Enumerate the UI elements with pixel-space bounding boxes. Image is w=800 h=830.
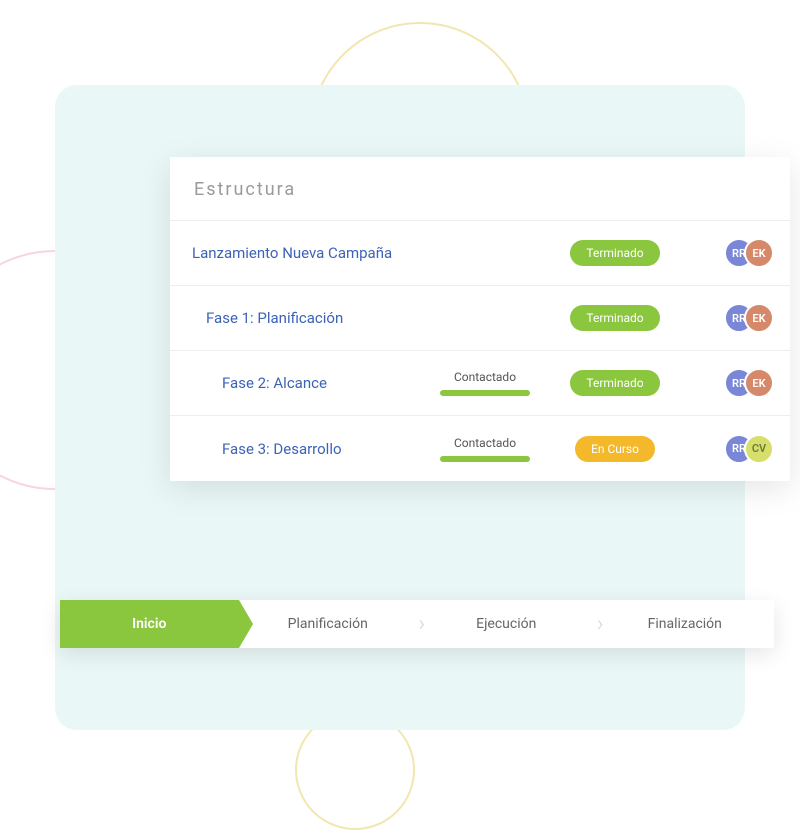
row-avatars: RR CV: [680, 434, 774, 464]
row-title-link[interactable]: Fase 1: Planificación: [170, 309, 420, 327]
row-status-cell: En Curso: [550, 436, 680, 462]
step-label: Ejecución: [476, 616, 536, 632]
step-label: Finalización: [648, 616, 722, 632]
process-stepper: Inicio Planificación › Ejecución › Final…: [60, 600, 774, 648]
contact-label: Contactado: [454, 370, 516, 384]
status-badge: Terminado: [570, 240, 659, 266]
table-row[interactable]: Lanzamiento Nueva Campaña Terminado RR E…: [170, 221, 790, 286]
structure-card: Estructura Lanzamiento Nueva Campaña Ter…: [170, 157, 790, 481]
step-planificacion[interactable]: Planificación ›: [239, 600, 418, 648]
table-row[interactable]: Fase 2: Alcance Contactado Terminado RR …: [170, 351, 790, 416]
row-status-cell: Terminado: [550, 370, 680, 396]
table-row[interactable]: Fase 1: Planificación Terminado RR EK: [170, 286, 790, 351]
row-title-link[interactable]: Fase 3: Desarrollo: [170, 440, 420, 458]
chevron-right-icon: ›: [597, 612, 604, 637]
status-badge: Terminado: [570, 305, 659, 331]
row-status-cell: Terminado: [550, 240, 680, 266]
status-badge: En Curso: [575, 436, 655, 462]
row-avatars: RR EK: [680, 368, 774, 398]
row-title-link[interactable]: Lanzamiento Nueva Campaña: [170, 244, 420, 262]
card-header: Estructura: [170, 157, 790, 221]
status-badge: Terminado: [570, 370, 659, 396]
avatar[interactable]: EK: [744, 238, 774, 268]
row-contact-cell: Contactado: [420, 436, 550, 462]
row-avatars: RR EK: [680, 303, 774, 333]
chevron-right-icon: ›: [418, 612, 425, 637]
avatar[interactable]: EK: [744, 303, 774, 333]
row-contact-cell: Contactado: [420, 370, 550, 396]
table-row[interactable]: Fase 3: Desarrollo Contactado En Curso R…: [170, 416, 790, 481]
step-ejecucion[interactable]: Ejecución ›: [417, 600, 596, 648]
progress-bar: [440, 390, 530, 396]
row-title-link[interactable]: Fase 2: Alcance: [170, 374, 420, 392]
step-label: Inicio: [132, 616, 166, 632]
step-finalizacion[interactable]: Finalización ›: [596, 600, 775, 648]
row-status-cell: Terminado: [550, 305, 680, 331]
step-inicio[interactable]: Inicio: [60, 600, 239, 648]
step-label: Planificación: [288, 616, 368, 632]
avatar[interactable]: EK: [744, 368, 774, 398]
avatar[interactable]: CV: [744, 434, 774, 464]
contact-label: Contactado: [454, 436, 516, 450]
row-avatars: RR EK: [680, 238, 774, 268]
progress-bar: [440, 456, 530, 462]
